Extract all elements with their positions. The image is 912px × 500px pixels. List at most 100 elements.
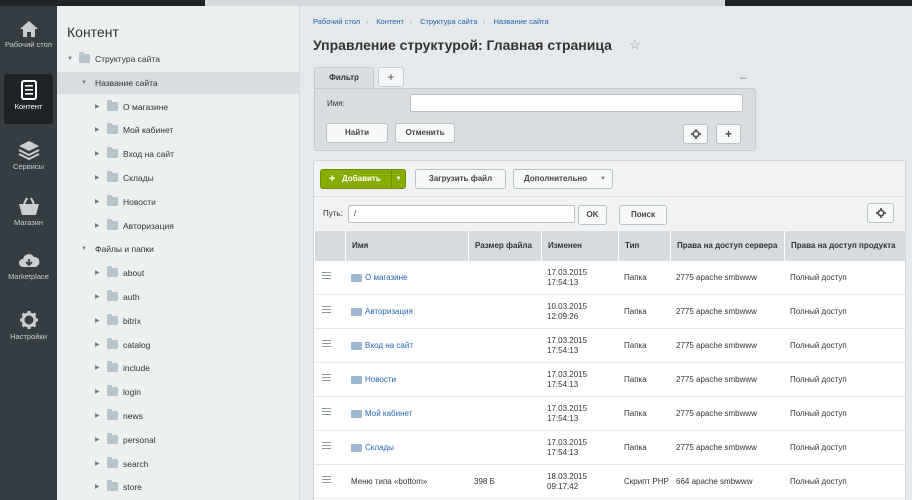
cancel-button[interactable]: Отменить — [395, 123, 455, 143]
chevron-down-icon[interactable]: ▼ — [391, 170, 405, 188]
tree-item[interactable]: ▶ Авторизация — [57, 215, 300, 237]
menu-item-marketplace[interactable]: Marketplace — [4, 246, 53, 296]
grid-settings-button[interactable] — [867, 203, 894, 223]
favorite-star-icon[interactable]: ☆ — [629, 37, 641, 53]
column-header-server-rights[interactable]: Права на доступ сервера — [670, 231, 784, 261]
tree-item[interactable]: ▶ Склады — [57, 167, 300, 189]
cell-name[interactable]: Склады — [351, 431, 468, 465]
expand-arrow-right-icon[interactable]: ▶ — [95, 167, 100, 189]
table-row[interactable]: Мой кабинет 17.03.2015 17:54:13 Папка 2775 … — [314, 397, 905, 431]
tree-item[interactable]: ▼ Название сайта — [57, 71, 300, 94]
tree-item[interactable]: ▶ Новости — [57, 191, 300, 213]
tree-item[interactable]: ▶ include — [57, 357, 300, 379]
expand-arrow-down-icon[interactable]: ▼ — [81, 72, 87, 94]
column-header-product-rights[interactable]: Права на доступ продукта — [784, 231, 905, 261]
expand-arrow-right-icon[interactable]: ▶ — [95, 215, 100, 237]
expand-arrow-right-icon[interactable]: ▶ — [95, 310, 100, 332]
table-row[interactable]: Новости 17.03.2015 17:54:13 Папка 2775 apac… — [314, 363, 905, 397]
row-menu-icon[interactable] — [322, 374, 331, 383]
tree-item[interactable]: ▶ store — [57, 476, 300, 498]
expand-arrow-right-icon[interactable]: ▶ — [95, 262, 100, 284]
expand-arrow-right-icon[interactable]: ▶ — [95, 476, 100, 498]
expand-arrow-right-icon[interactable]: ▶ — [95, 286, 100, 308]
table-row[interactable]: Авторизация 10.03.2015 12:09:26 Папка 2775 … — [314, 295, 905, 329]
tree-item[interactable]: ▼ Структура сайта — [57, 48, 300, 70]
find-button[interactable]: Найти — [326, 123, 388, 143]
name-filter-input[interactable] — [410, 94, 743, 112]
add-button[interactable]: + Добавить ▼ — [320, 169, 406, 189]
cell-text: О магазине — [365, 273, 408, 282]
tree-item-label: include — [123, 363, 150, 374]
tree-item[interactable]: ▼ Файлы и папки — [57, 238, 300, 260]
table-row[interactable]: Склады 17.03.2015 17:54:13 Папка 2775 apach… — [314, 431, 905, 465]
expand-arrow-right-icon[interactable]: ▶ — [95, 191, 100, 213]
expand-arrow-right-icon[interactable]: ▶ — [95, 96, 100, 118]
tree-item[interactable]: ▶ news — [57, 405, 300, 427]
expand-arrow-down-icon[interactable]: ▼ — [81, 238, 87, 260]
tree-item[interactable]: ▶ Вход на сайт — [57, 143, 300, 165]
tree-item[interactable]: ▶ about — [57, 262, 300, 284]
cell-text: 17.03.2015 17:54:13 — [547, 438, 588, 457]
column-header-type[interactable]: Тип — [618, 231, 670, 261]
breadcrumb-item[interactable]: Название сайта — [493, 17, 548, 26]
expand-arrow-right-icon[interactable]: ▶ — [95, 143, 100, 165]
expand-arrow-right-icon[interactable]: ▶ — [95, 357, 100, 379]
row-menu-icon[interactable] — [322, 476, 331, 485]
expand-arrow-right-icon[interactable]: ▶ — [95, 119, 100, 141]
expand-arrow-right-icon[interactable]: ▶ — [95, 334, 100, 356]
expand-arrow-right-icon[interactable]: ▶ — [95, 453, 100, 475]
breadcrumb-item[interactable]: Структура сайта — [420, 17, 477, 26]
tree-item[interactable]: ▶ personal — [57, 429, 300, 451]
breadcrumb-item[interactable]: Контент — [376, 17, 404, 26]
expand-arrow-down-icon[interactable]: ▼ — [67, 48, 73, 70]
cell-name[interactable]: Новости — [351, 363, 468, 397]
upload-file-button[interactable]: Загрузить файл — [415, 169, 506, 189]
tree-item[interactable]: ▶ О магазине — [57, 96, 300, 118]
expand-arrow-right-icon[interactable]: ▶ — [95, 405, 100, 427]
row-menu-icon[interactable] — [322, 306, 331, 315]
menu-item-services[interactable]: Сервисы — [4, 134, 53, 184]
tree-item[interactable]: ▶ login — [57, 381, 300, 403]
filter-settings-button[interactable] — [683, 124, 708, 144]
table-row[interactable]: О магазине 17.03.2015 17:54:13 Папка 2775 a… — [314, 261, 905, 295]
cell-text: 664 apache smbwww — [676, 477, 753, 486]
tree-item[interactable]: ▶ Мой кабинет — [57, 119, 300, 141]
search-button[interactable]: Поиск — [619, 205, 667, 225]
row-menu-icon[interactable] — [322, 408, 331, 417]
filter-add-field-button[interactable]: + — [716, 124, 741, 144]
cell-name[interactable]: Мой кабинет — [351, 397, 468, 431]
menu-item-desktop[interactable]: Рабочий стол — [4, 14, 53, 64]
cell-modified: 10.03.2015 12:09:26 — [547, 295, 618, 329]
expand-arrow-right-icon[interactable]: ▶ — [95, 381, 100, 403]
column-header-modified[interactable]: Изменен — [541, 231, 618, 261]
column-header-size[interactable]: Размер файла — [468, 231, 541, 261]
menu-item-shop[interactable]: Магазин — [4, 190, 53, 240]
tree-item[interactable]: ▶ auth — [57, 286, 300, 308]
menu-item-content[interactable]: Контент — [4, 74, 53, 124]
tab-filter[interactable]: Фильтр — [314, 67, 374, 89]
table-row[interactable]: Вход на сайт 17.03.2015 17:54:13 Папка 2775… — [314, 329, 905, 363]
cell-name[interactable]: Авторизация — [351, 295, 468, 329]
path-input[interactable]: / — [348, 205, 575, 223]
cell-size — [474, 261, 541, 295]
more-actions-button[interactable]: Дополнительно ▼ — [513, 169, 613, 189]
breadcrumb-item[interactable]: Рабочий стол — [313, 17, 360, 26]
ok-button[interactable]: OK — [578, 205, 607, 225]
menu-item-settings[interactable]: Настройки — [4, 304, 53, 354]
cell-text: Склады — [365, 443, 394, 452]
column-header-name[interactable]: Имя — [345, 231, 468, 261]
row-menu-icon[interactable] — [322, 340, 331, 349]
cell-name[interactable]: Вход на сайт — [351, 329, 468, 363]
tree-item[interactable]: ▶ bitrix — [57, 310, 300, 332]
table-row[interactable]: Меню типа «bottom» 398 Б 18.03.2015 09:17:… — [314, 465, 905, 499]
add-filter-tab-button[interactable]: + — [378, 67, 404, 87]
minimize-filter-icon[interactable]: – — [740, 70, 747, 84]
cell-name[interactable]: О магазине — [351, 261, 468, 295]
expand-arrow-right-icon[interactable]: ▶ — [95, 429, 100, 451]
name-filter-label: Имя: — [327, 99, 345, 108]
tree-item[interactable]: ▶ search — [57, 453, 300, 475]
row-menu-icon[interactable] — [322, 272, 331, 281]
row-menu-icon[interactable] — [322, 442, 331, 451]
tree-item[interactable]: ▶ catalog — [57, 334, 300, 356]
tree-item-label: Файлы и папки — [95, 244, 154, 255]
